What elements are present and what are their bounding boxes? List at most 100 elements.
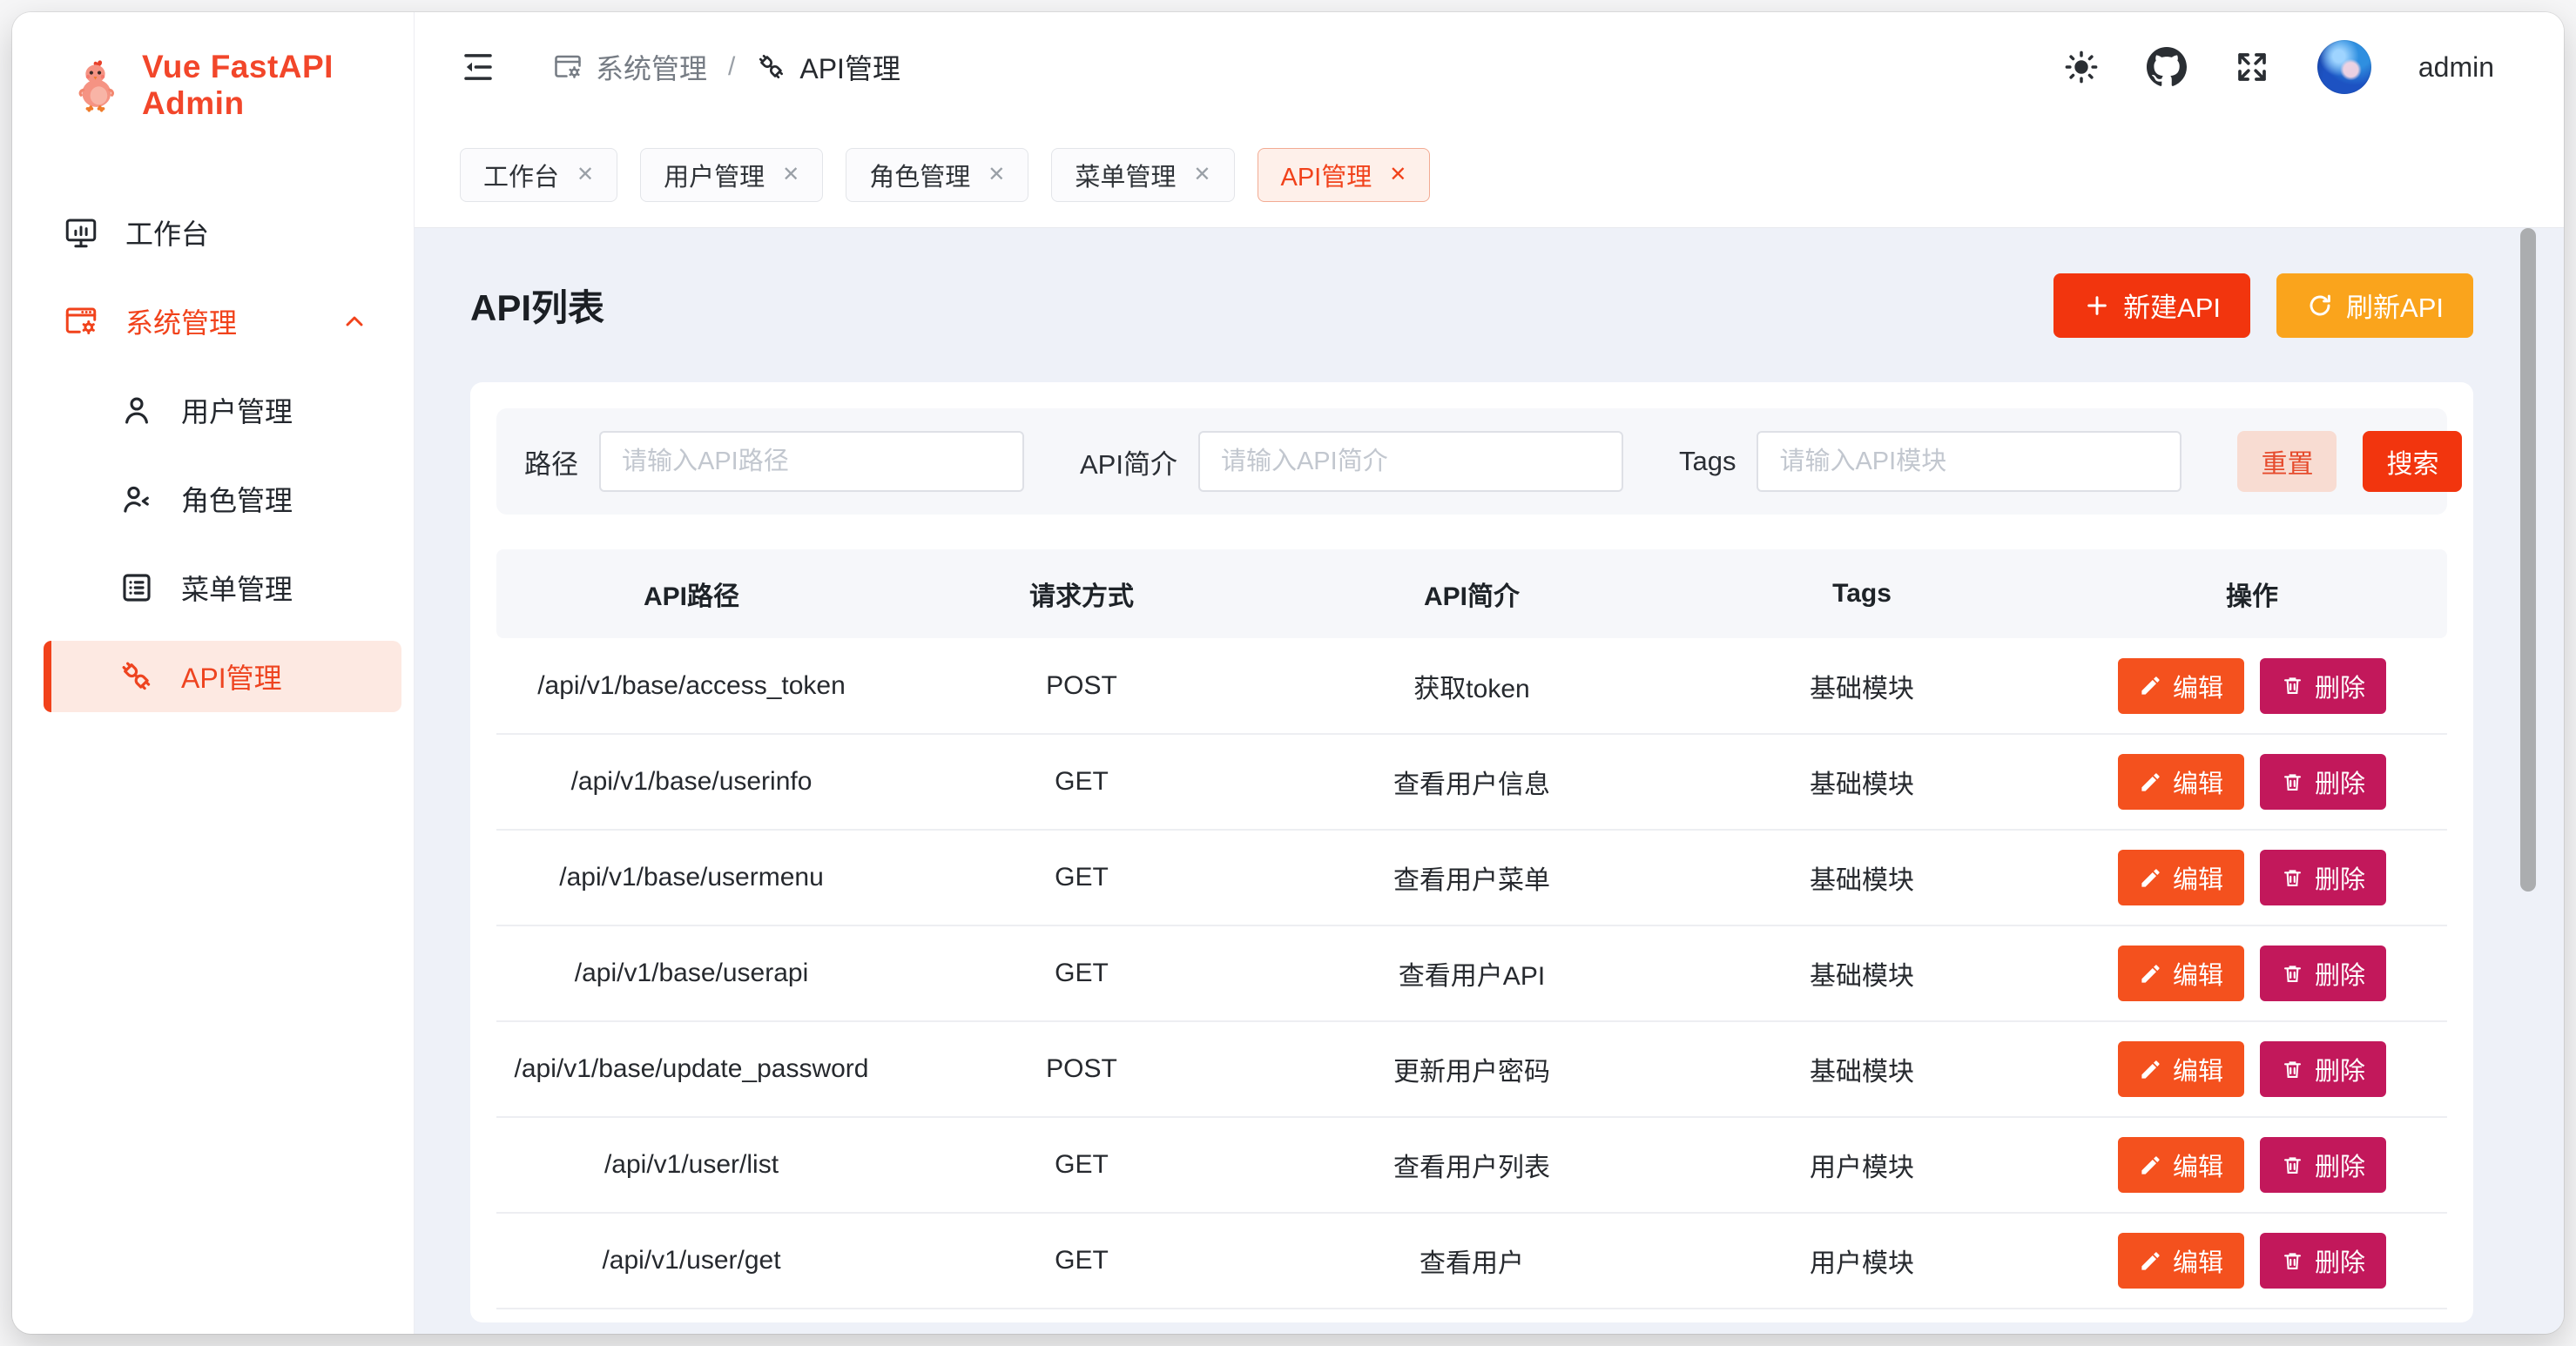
cell-tags: 用户模块: [1667, 1213, 2057, 1309]
page-header: API列表 新建API 刷新API: [470, 228, 2473, 382]
sidebar-submenu: 用户管理 角色管理: [12, 366, 414, 721]
delete-button[interactable]: 删除: [2260, 850, 2386, 905]
breadcrumb-item-system[interactable]: 系统管理: [552, 47, 707, 87]
tags-input[interactable]: [1757, 431, 2182, 492]
sidebar-item-workbench[interactable]: 工作台: [12, 188, 414, 277]
cell-tags: 基础模块: [1667, 734, 2057, 830]
edit-label: 编辑: [2173, 1242, 2223, 1279]
top-bar: 系统管理 / API管理: [415, 12, 2564, 122]
close-icon[interactable]: ✕: [577, 165, 594, 185]
reset-button[interactable]: 重置: [2237, 431, 2337, 492]
table-row: /api/v1/user/list GET 查看用户列表 用户模块 编辑 删除: [496, 1117, 2447, 1213]
pencil-icon: [2139, 674, 2162, 697]
user-name[interactable]: admin: [2418, 51, 2494, 84]
edit-button[interactable]: 编辑: [2118, 850, 2244, 905]
sidebar-item-menus[interactable]: 菜单管理: [12, 543, 414, 632]
cell-tags: 基础模块: [1667, 638, 2057, 734]
edit-button[interactable]: 编辑: [2118, 946, 2244, 1001]
delete-label: 删除: [2315, 764, 2365, 800]
cell-method: GET: [887, 830, 1277, 925]
fullscreen-icon[interactable]: [2234, 49, 2270, 85]
sidebar-item-label: 系统管理: [125, 301, 237, 341]
delete-button[interactable]: 删除: [2260, 1233, 2386, 1289]
system-icon: [63, 303, 99, 340]
workbench-icon: [63, 214, 99, 251]
trash-icon: [2281, 866, 2304, 890]
table-header-row: API路径 请求方式 API简介 Tags 操作: [496, 549, 2447, 638]
table-row: /api/v1/base/update_password POST 更新用户密码…: [496, 1021, 2447, 1117]
breadcrumb-label: API管理: [799, 47, 900, 87]
collapse-sidebar-icon[interactable]: [460, 49, 496, 85]
cell-path: /api/v1/user/get: [496, 1213, 887, 1309]
api-list-card: 路径 API简介 Tags 重置 搜索: [470, 382, 2473, 1322]
edit-button[interactable]: 编辑: [2118, 754, 2244, 810]
table-row: /api/v1/user/get GET 查看用户 用户模块 编辑 删除: [496, 1213, 2447, 1309]
summary-input[interactable]: [1198, 431, 1623, 492]
sidebar-menu: 工作台 系统管理: [12, 188, 414, 721]
create-api-button[interactable]: 新建API: [2053, 273, 2250, 338]
page-title: API列表: [470, 279, 604, 332]
tab-api[interactable]: API管理 ✕: [1258, 148, 1431, 202]
tab-roles[interactable]: 角色管理 ✕: [846, 148, 1028, 202]
cell-method: GET: [887, 734, 1277, 830]
refresh-api-button[interactable]: 刷新API: [2276, 273, 2473, 338]
api-table: API路径 请求方式 API简介 Tags 操作 /api/v1/base/ac…: [496, 549, 2447, 1309]
sidebar-item-label: 菜单管理: [181, 568, 293, 608]
pencil-icon: [2139, 1058, 2162, 1081]
plus-icon: [2083, 292, 2111, 320]
edit-button[interactable]: 编辑: [2118, 658, 2244, 714]
breadcrumb-item-api[interactable]: API管理: [756, 47, 900, 87]
column-header-actions: 操作: [2057, 549, 2447, 638]
delete-button[interactable]: 删除: [2260, 658, 2386, 714]
delete-button[interactable]: 删除: [2260, 946, 2386, 1001]
app-title: Vue FastAPI Admin: [142, 49, 414, 122]
close-icon[interactable]: ✕: [988, 165, 1005, 185]
sidebar-item-label: 工作台: [125, 212, 209, 252]
avatar[interactable]: [2317, 40, 2371, 94]
sidebar-item-system[interactable]: 系统管理: [12, 277, 414, 366]
delete-button[interactable]: 删除: [2260, 754, 2386, 810]
role-icon: [118, 481, 155, 517]
github-icon[interactable]: [2147, 47, 2187, 87]
cell-summary: 查看用户菜单: [1277, 830, 1667, 925]
edit-button[interactable]: 编辑: [2118, 1041, 2244, 1097]
cell-method: POST: [887, 1021, 1277, 1117]
cell-path: /api/v1/base/access_token: [496, 638, 887, 734]
filter-path: 路径: [524, 431, 1024, 492]
edit-button[interactable]: 编辑: [2118, 1137, 2244, 1193]
delete-button[interactable]: 删除: [2260, 1041, 2386, 1097]
cell-summary: 查看用户信息: [1277, 734, 1667, 830]
page-actions: 新建API 刷新API: [2053, 273, 2473, 338]
delete-label: 删除: [2315, 859, 2365, 896]
delete-label: 删除: [2315, 1147, 2365, 1183]
search-button[interactable]: 搜索: [2363, 431, 2462, 492]
close-icon[interactable]: ✕: [1389, 165, 1406, 185]
cell-method: GET: [887, 925, 1277, 1021]
cell-summary: 查看用户API: [1277, 925, 1667, 1021]
vertical-scrollbar[interactable]: [2520, 228, 2536, 892]
delete-button[interactable]: 删除: [2260, 1137, 2386, 1193]
tab-users[interactable]: 用户管理 ✕: [640, 148, 823, 202]
edit-label: 编辑: [2173, 859, 2223, 896]
trash-icon: [2281, 1154, 2304, 1177]
filter-actions: 重置 搜索: [2237, 431, 2462, 492]
refresh-api-label: 刷新API: [2346, 286, 2444, 325]
path-input[interactable]: [599, 431, 1024, 492]
cell-tags: 基础模块: [1667, 925, 2057, 1021]
cell-path: /api/v1/base/update_password: [496, 1021, 887, 1117]
edit-button[interactable]: 编辑: [2118, 1233, 2244, 1289]
theme-toggle-sun-icon[interactable]: [2063, 49, 2100, 85]
table-row: /api/v1/base/userapi GET 查看用户API 基础模块 编辑…: [496, 925, 2447, 1021]
tab-menus[interactable]: 菜单管理 ✕: [1051, 148, 1234, 202]
table-row: /api/v1/base/access_token POST 获取token 基…: [496, 638, 2447, 734]
sidebar-item-users[interactable]: 用户管理: [12, 366, 414, 454]
close-icon[interactable]: ✕: [782, 165, 799, 185]
filter-tags: Tags: [1679, 431, 2182, 492]
user-icon: [118, 392, 155, 428]
delete-label: 删除: [2315, 668, 2365, 704]
app-logo[interactable]: Vue FastAPI Admin: [68, 49, 414, 122]
tab-workbench[interactable]: 工作台 ✕: [460, 148, 617, 202]
sidebar-item-roles[interactable]: 角色管理: [12, 454, 414, 543]
sidebar-item-api[interactable]: API管理: [44, 641, 401, 712]
close-icon[interactable]: ✕: [1193, 165, 1210, 185]
